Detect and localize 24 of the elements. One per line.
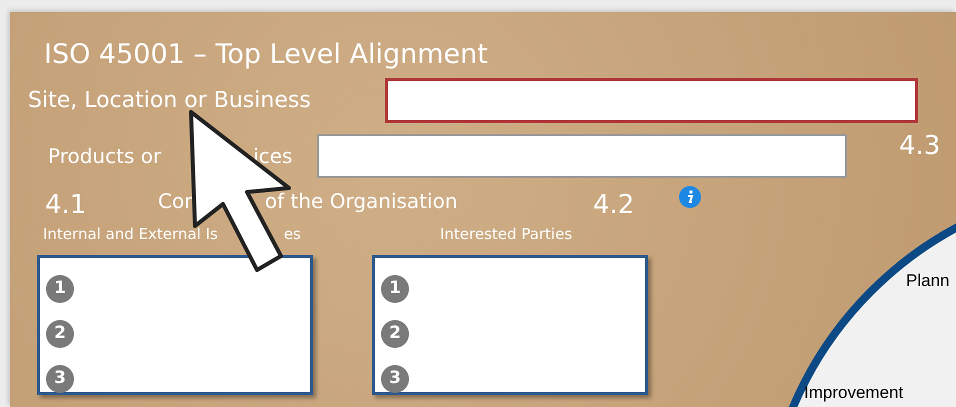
number-badge: 2 xyxy=(46,320,74,348)
number-badge: 2 xyxy=(381,320,409,348)
section-number: 4.1 xyxy=(45,190,88,220)
number-badge: 1 xyxy=(381,274,409,302)
form-title: ISO 45001 – Top Level Alignment xyxy=(44,39,488,70)
section-number: 4.2 xyxy=(593,190,636,220)
field-label: Site, Location or Business xyxy=(28,87,311,115)
section-heading: of the Organisation xyxy=(264,188,458,215)
number-badge: 3 xyxy=(381,364,409,392)
input-field[interactable] xyxy=(385,78,918,123)
number-badge: 3 xyxy=(46,364,74,392)
list-box[interactable]: 1 2 3 xyxy=(37,254,313,394)
field-label: Products or xyxy=(48,143,162,170)
field-label: ices xyxy=(253,143,292,170)
section-number: 4.3 xyxy=(899,130,940,162)
column-label: Internal and External Is xyxy=(43,224,218,245)
column-label: es xyxy=(284,224,301,245)
input-field[interactable] xyxy=(317,134,847,178)
column-label: Interested Parties xyxy=(440,224,572,245)
info-icon[interactable] xyxy=(679,186,701,208)
diagram-label: Plann xyxy=(906,270,950,292)
list-box[interactable]: 1 2 3 xyxy=(372,254,648,394)
diagram-label: Improvement xyxy=(804,382,904,404)
number-badge: 1 xyxy=(46,274,74,302)
